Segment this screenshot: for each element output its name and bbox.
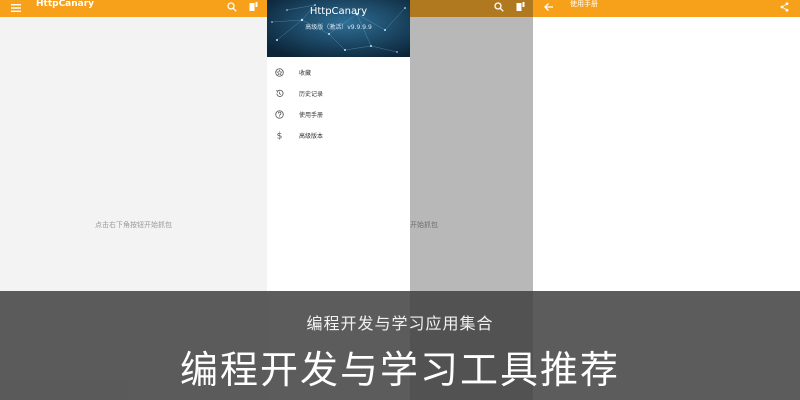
drawer-item-manual[interactable]: 使用手册	[267, 104, 410, 124]
dollar-icon: $	[275, 131, 284, 139]
page-title: 使用手册	[570, 0, 598, 8]
empty-state-hint: 点击右下角按钮开始抓包	[95, 221, 172, 229]
drawer-item-history[interactable]: 历史记录	[267, 83, 410, 103]
app-title: HttpCanary	[36, 0, 95, 9]
svg-text:$: $	[277, 131, 283, 139]
drawer-item-label: 历史记录	[299, 90, 324, 98]
share-icon[interactable]	[780, 2, 789, 12]
filter-icon[interactable]	[516, 2, 525, 12]
app-bar: HttpCanary	[0, 0, 267, 17]
filter-icon[interactable]	[249, 2, 258, 12]
search-icon[interactable]	[494, 2, 504, 12]
help-circle-icon	[275, 109, 284, 119]
drawer-version-subtitle: 高级版（激活）v9.9.9.9	[305, 24, 372, 31]
drawer-item-favorites[interactable]: 收藏	[267, 62, 410, 82]
drawer-item-label: 高级版本	[299, 132, 324, 140]
history-icon	[275, 89, 284, 98]
drawer-item-premium[interactable]: $ 高级版本	[267, 125, 410, 145]
banner-subtitle: 编程开发与学习应用集合	[306, 314, 494, 333]
drawer-item-label: 收藏	[299, 69, 312, 77]
empty-state-hint-partial: 开始抓包	[410, 221, 438, 229]
drawer-item-label: 使用手册	[299, 111, 324, 119]
banner-title: 编程开发与学习工具推荐	[179, 348, 620, 392]
drawer-header: HttpCanary 高级版（激活）v9.9.9.9	[267, 0, 410, 57]
back-arrow-icon[interactable]	[544, 2, 554, 12]
search-icon[interactable]	[227, 2, 237, 12]
drawer-app-title: HttpCanary	[309, 6, 368, 17]
app-bar: 使用手册	[533, 0, 800, 17]
menu-icon[interactable]	[11, 3, 21, 13]
star-circle-icon	[275, 67, 284, 77]
promo-banner: 编程开发与学习应用集合 编程开发与学习工具推荐	[0, 291, 800, 400]
